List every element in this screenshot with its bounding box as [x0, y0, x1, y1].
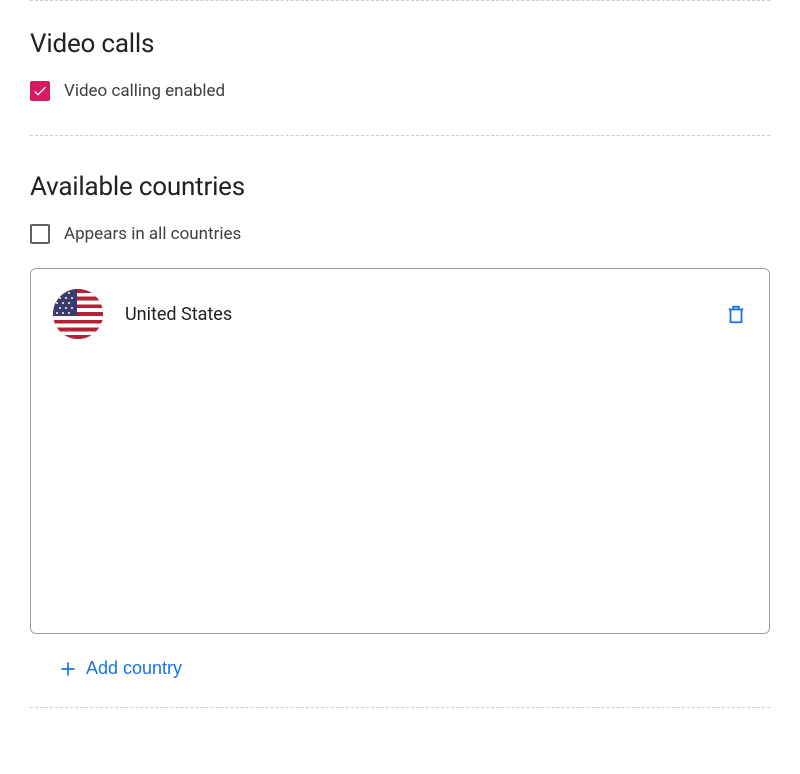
video-calls-title: Video calls [30, 29, 770, 59]
video-calling-checkbox-row: Video calling enabled [30, 81, 770, 101]
video-calling-checkbox[interactable] [30, 81, 50, 101]
countries-list-box: United States [30, 268, 770, 634]
video-calling-checkbox-label: Video calling enabled [64, 81, 225, 101]
plus-icon [58, 659, 78, 679]
divider [30, 707, 770, 708]
check-icon [32, 83, 48, 99]
video-calls-section: Video calls Video calling enabled [30, 1, 770, 135]
all-countries-checkbox[interactable] [30, 224, 50, 244]
add-country-button[interactable]: Add country [30, 634, 210, 707]
country-name: United States [125, 304, 725, 325]
all-countries-checkbox-label: Appears in all countries [64, 224, 241, 244]
flag-icon [53, 289, 103, 339]
available-countries-title: Available countries [30, 172, 770, 202]
country-row: United States [53, 289, 747, 339]
delete-country-button[interactable] [725, 303, 747, 325]
available-countries-section: Available countries Appears in all count… [30, 136, 770, 707]
all-countries-checkbox-row: Appears in all countries [30, 224, 770, 244]
trash-icon [725, 303, 747, 325]
add-country-label: Add country [86, 658, 182, 679]
